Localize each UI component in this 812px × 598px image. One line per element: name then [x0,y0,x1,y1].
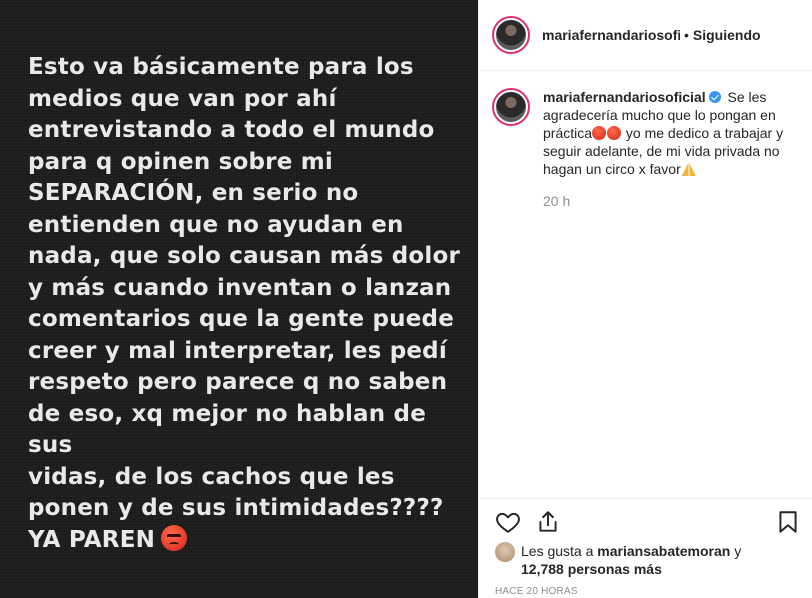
angry-face-icon [592,126,607,140]
likes-count[interactable]: 12,788 personas más [521,561,662,577]
likes-connector: y [730,543,742,559]
caption-avatar[interactable] [492,88,530,126]
bookmark-icon[interactable] [775,509,801,535]
header-username[interactable]: mariafernandariosofi [542,27,680,43]
liker-username[interactable]: mariansabatemoran [597,543,730,559]
post-header: mariafernandariosofi • Siguiendo [479,0,812,71]
likes-summary: Les gusta a mariansabatemoran y 12,788 p… [495,542,741,578]
share-icon[interactable] [535,509,561,535]
post-image: Esto va básicamente para los medios que … [0,0,478,598]
angry-face-icon [607,126,622,140]
caption-time[interactable]: 20 h [543,192,798,210]
story-text: Esto va básicamente para los medios que … [28,52,468,556]
post-side-panel: mariafernandariosofi • Siguiendo mariafe… [478,0,812,598]
caption-username[interactable]: mariafernandariosoficial [543,89,706,105]
liker-avatar[interactable] [495,542,515,562]
heart-icon[interactable] [495,509,521,535]
folded-hands-icon [681,162,696,176]
action-bar: Les gusta a mariansabatemoran y 12,788 p… [479,498,812,598]
likes-prefix: Les gusta a [521,543,598,559]
avatar[interactable] [492,16,530,54]
following-button[interactable]: Siguiendo [693,27,761,43]
post-timestamp[interactable]: Hace 20 horas [495,586,578,597]
header-separator: • [684,27,689,43]
angry-face-icon [161,524,188,551]
likes-text: Les gusta a mariansabatemoran y 12,788 p… [521,542,741,578]
story-text-body: Esto va básicamente para los medios que … [28,54,461,553]
caption-body: mariafernandariosoficial Se les agradece… [543,88,798,210]
caption: mariafernandariosoficial Se les agradece… [492,88,802,210]
verified-badge-icon [708,91,721,103]
